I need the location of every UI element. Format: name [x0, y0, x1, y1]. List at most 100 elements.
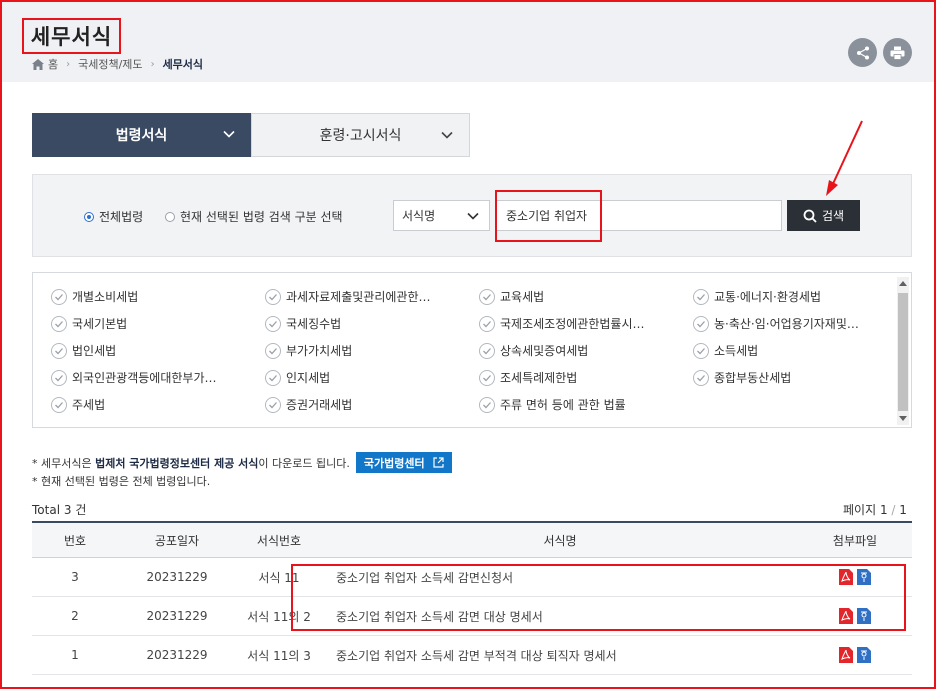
law-checkbox[interactable]: 국세기본법 [51, 314, 265, 333]
home-icon[interactable] [32, 58, 44, 70]
law-label: 부가가치세법 [286, 344, 353, 358]
share-icon [856, 46, 869, 59]
chevron-right-icon: › [150, 58, 155, 70]
check-circle-icon [265, 315, 281, 332]
cell-form-name[interactable]: 중소기업 취업자 소득세 감면 대상 명세서 [322, 608, 798, 625]
cell-attachments [798, 569, 912, 585]
search-input[interactable] [495, 200, 782, 231]
notice-current-law: * 현재 선택된 법령은 전체 법령입니다. [32, 475, 211, 488]
law-list-scrollbar[interactable] [897, 277, 909, 425]
hwp-file-icon[interactable] [857, 647, 871, 663]
check-circle-icon [479, 342, 495, 359]
share-button[interactable] [848, 38, 877, 67]
radio-dot [84, 211, 94, 222]
law-checkbox[interactable]: 주류 면허 등에 관한 법률 [479, 395, 693, 414]
law-checkbox[interactable]: 국제조세조정에관한법률시… [479, 314, 693, 333]
cell-date: 20231229 [146, 648, 208, 662]
law-checkbox[interactable]: 법인세법 [51, 341, 265, 360]
tab-law-forms[interactable]: 법령서식 [32, 113, 251, 157]
law-list-panel: 개별소비세법 과세자료제출및관리에관한… 교육세법 교통·에너지·환경세법 국세기본법 국… [32, 272, 912, 428]
total-count: 3 [63, 503, 72, 517]
radio-label: 전체법령 [99, 210, 144, 224]
law-label: 소득세법 [714, 344, 759, 358]
check-circle-icon [265, 342, 281, 359]
breadcrumb-policy[interactable]: 국세정책/제도 [78, 56, 142, 72]
col-header-attachment: 첨부파일 [832, 533, 878, 548]
radio-all-laws[interactable]: 전체법령 [84, 208, 143, 225]
law-label: 종합부동산세법 [714, 371, 792, 385]
cell-form-name[interactable]: 중소기업 취업자 소득세 감면신청서 [322, 569, 798, 586]
pdf-file-icon[interactable] [839, 569, 853, 585]
check-circle-icon [265, 396, 281, 413]
hwp-file-icon[interactable] [857, 608, 871, 624]
check-circle-icon [693, 288, 709, 305]
law-checkbox[interactable]: 농·축산·임·어업용기자재및… [693, 314, 893, 333]
law-checkbox[interactable]: 외국인관광객등에대한부가… [51, 368, 265, 387]
cell-form-no: 서식 11 [258, 570, 300, 585]
col-header-date: 공포일자 [154, 533, 200, 548]
table-row: 1 20231229 서식 11의 3 중소기업 취업자 소득세 감면 부적격 대상 … [32, 636, 912, 675]
law-checkbox[interactable]: 부가가치세법 [265, 341, 479, 360]
law-checkbox[interactable]: 인지세법 [265, 368, 479, 387]
check-circle-icon [693, 342, 709, 359]
print-icon [890, 46, 905, 60]
table-row: 3 20231229 서식 11 중소기업 취업자 소득세 감면신청서 [32, 558, 912, 597]
check-circle-icon [479, 369, 495, 386]
cell-date: 20231229 [146, 609, 208, 623]
law-checkbox[interactable]: 소득세법 [693, 341, 893, 360]
search-field-select[interactable]: 서식명 [393, 200, 490, 231]
law-label: 조세특례제한법 [500, 371, 578, 385]
law-checkbox[interactable]: 과세자료제출및관리에관한… [265, 287, 479, 306]
law-checkbox[interactable]: 상속세및증여세법 [479, 341, 693, 360]
pdf-file-icon[interactable] [839, 647, 853, 663]
breadcrumb-current[interactable]: 세무서식 [163, 56, 203, 72]
law-checkbox[interactable]: 개별소비세법 [51, 287, 265, 306]
law-label: 주세법 [72, 398, 106, 412]
law-label: 교통·에너지·환경세법 [714, 290, 821, 304]
law-checkbox[interactable]: 종합부동산세법 [693, 368, 893, 387]
hwp-file-icon[interactable] [857, 569, 871, 585]
law-label: 법인세법 [72, 344, 117, 358]
law-label: 과세자료제출및관리에관한… [286, 290, 431, 304]
law-label: 인지세법 [286, 371, 331, 385]
scroll-thumb[interactable] [898, 293, 908, 411]
law-center-button[interactable]: 국가법령센터 [355, 452, 452, 473]
law-label: 주류 면허 등에 관한 법률 [500, 398, 626, 412]
pdf-file-icon[interactable] [839, 608, 853, 624]
check-circle-icon [265, 369, 281, 386]
check-circle-icon [479, 396, 495, 413]
radio-current-law[interactable]: 현재 선택된 법령 검색 구분 선택 [165, 208, 343, 225]
col-header-form-name: 서식명 [543, 533, 577, 548]
check-circle-icon [51, 342, 67, 359]
search-button[interactable]: 검색 [787, 200, 860, 231]
print-button[interactable] [883, 38, 912, 67]
tab-label: 훈령·고시서식 [319, 128, 402, 144]
breadcrumb-home[interactable]: 홈 [48, 56, 58, 72]
law-label: 외국인관광객등에대한부가… [72, 371, 217, 385]
table-row: 2 20231229 서식 11의 2 중소기업 취업자 소득세 감면 대상 명세서 [32, 597, 912, 636]
select-value: 서식명 [402, 209, 436, 223]
law-checkbox[interactable]: 국세징수법 [265, 314, 479, 333]
law-checkbox[interactable]: 주세법 [51, 395, 265, 414]
scroll-up-icon[interactable] [899, 281, 907, 286]
chevron-down-icon [467, 212, 479, 220]
radio-label: 현재 선택된 법령 검색 구분 선택 [180, 210, 343, 224]
check-circle-icon [51, 288, 67, 305]
law-checkbox[interactable]: 교통·에너지·환경세법 [693, 287, 893, 306]
tab-directive-forms[interactable]: 훈령·고시서식 [251, 113, 470, 157]
search-panel: 전체법령 현재 선택된 법령 검색 구분 선택 서식명 검색 [32, 174, 912, 257]
law-label: 농·축산·임·어업용기자재및… [714, 317, 859, 331]
notice-text: 이 다운로드 됩니다. [258, 456, 350, 470]
table-header: 번호 공포일자 서식번호 서식명 첨부파일 [32, 521, 912, 558]
page-title: 세무서식 [22, 18, 121, 54]
law-label: 국제조세조정에관한법률시… [500, 317, 645, 331]
page-current: 1 [879, 503, 888, 517]
scroll-down-icon[interactable] [899, 416, 907, 421]
law-checkbox[interactable]: 조세특례제한법 [479, 368, 693, 387]
cell-form-name[interactable]: 중소기업 취업자 소득세 감면 부적격 대상 퇴직자 명세서 [322, 647, 798, 664]
law-checkbox[interactable]: 증권거래세법 [265, 395, 479, 414]
check-circle-icon [693, 369, 709, 386]
law-checkbox[interactable]: 교육세법 [479, 287, 693, 306]
chevron-right-icon: › [66, 58, 71, 70]
cell-no: 2 [71, 609, 79, 623]
